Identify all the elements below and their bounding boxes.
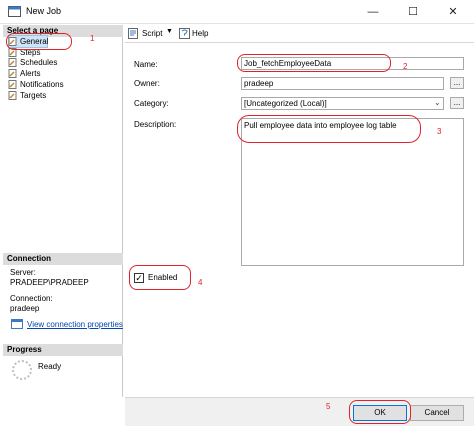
title-bar: New Job — ☐ ✕ (0, 0, 474, 24)
page-item-targets[interactable]: Targets (8, 90, 46, 101)
annotation-number-3: 3 (437, 127, 442, 136)
maximize-button[interactable]: ☐ (394, 0, 432, 24)
page-label: Alerts (20, 69, 41, 78)
annotation-oval-name (237, 54, 391, 72)
toolbar (125, 25, 474, 43)
help-icon (179, 28, 190, 39)
wrench-page-icon (8, 58, 17, 67)
page-label: Notifications (20, 80, 64, 89)
server-label: Server: (10, 268, 36, 277)
progress-header: Progress (3, 344, 123, 356)
page-item-schedules[interactable]: Schedules (8, 57, 57, 68)
window-icon (8, 6, 21, 17)
category-label: Category: (134, 99, 169, 108)
annotation-oval-ok (349, 400, 411, 424)
page-item-notifications[interactable]: Notifications (8, 79, 64, 90)
category-select[interactable]: [Uncategorized (Local)] (241, 97, 444, 110)
chevron-down-icon[interactable]: ⌄ (434, 98, 441, 107)
annotation-oval-general (6, 33, 72, 50)
close-button[interactable]: ✕ (434, 0, 472, 24)
wrench-page-icon (8, 80, 17, 89)
script-button[interactable]: Script (142, 29, 162, 38)
annotation-oval-enabled (129, 265, 191, 290)
annotation-number-2: 2 (403, 62, 408, 71)
wrench-page-icon (8, 69, 17, 78)
script-icon (128, 28, 138, 39)
progress-spinner-icon (12, 360, 32, 380)
owner-input[interactable]: pradeep (241, 77, 444, 90)
annotation-number-4: 4 (198, 278, 203, 287)
properties-icon (11, 319, 23, 329)
connection-header: Connection (3, 253, 123, 265)
cancel-button[interactable]: Cancel (410, 405, 464, 421)
wrench-page-icon (8, 91, 17, 100)
annotation-oval-description (237, 115, 421, 143)
page-item-alerts[interactable]: Alerts (8, 68, 40, 79)
help-button[interactable]: Help (192, 29, 208, 38)
category-browse-button[interactable]: ... (450, 97, 464, 109)
page-label: Schedules (20, 58, 58, 67)
owner-label: Owner: (134, 79, 160, 88)
connection-value: pradeep (10, 304, 40, 313)
minimize-button[interactable]: — (354, 0, 392, 24)
description-label: Description: (134, 120, 177, 129)
annotation-number-5: 5 (326, 402, 331, 411)
owner-browse-button[interactable]: ... (450, 77, 464, 89)
server-value: PRADEEP\PRADEEP (10, 278, 89, 287)
name-label: Name: (134, 60, 158, 69)
view-connection-properties-link[interactable]: View connection properties (27, 320, 123, 329)
annotation-number-1: 1 (90, 34, 95, 43)
page-label: Targets (20, 91, 47, 100)
progress-status: Ready (38, 362, 62, 371)
window-title: New Job (26, 6, 62, 16)
connection-label: Connection: (10, 294, 53, 303)
script-dropdown-arrow-icon[interactable]: ▼ (166, 28, 173, 35)
